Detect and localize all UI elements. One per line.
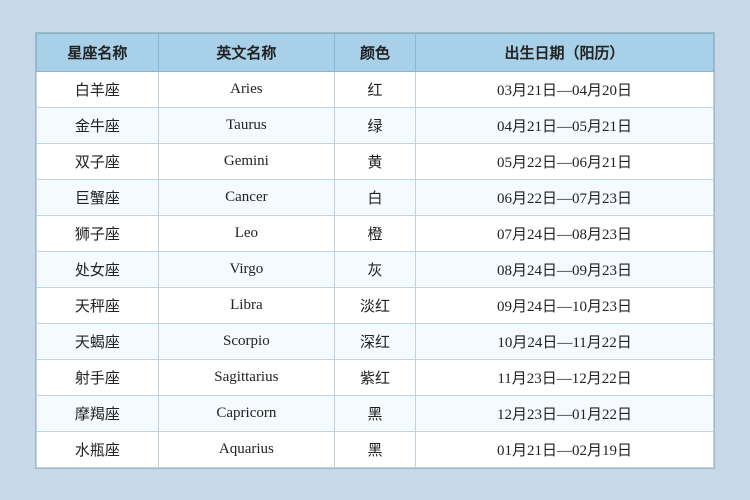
table-cell: 紫红 (334, 359, 415, 395)
table-cell: 绿 (334, 107, 415, 143)
table-cell: Aries (158, 71, 334, 107)
table-cell: Capricorn (158, 395, 334, 431)
table-cell: 天秤座 (37, 287, 159, 323)
table-cell: 天蝎座 (37, 323, 159, 359)
table-cell: Leo (158, 215, 334, 251)
table-cell: 12月23日—01月22日 (416, 395, 714, 431)
table-row: 射手座Sagittarius紫红11月23日—12月22日 (37, 359, 714, 395)
header-english-name: 英文名称 (158, 33, 334, 71)
zodiac-table-container: 星座名称 英文名称 颜色 出生日期（阳历） 白羊座Aries红03月21日—04… (35, 32, 715, 469)
table-cell: 黑 (334, 395, 415, 431)
table-row: 双子座Gemini黄05月22日—06月21日 (37, 143, 714, 179)
table-cell: Scorpio (158, 323, 334, 359)
table-cell: 06月22日—07月23日 (416, 179, 714, 215)
table-cell: 03月21日—04月20日 (416, 71, 714, 107)
table-cell: 淡红 (334, 287, 415, 323)
table-cell: 水瓶座 (37, 431, 159, 467)
table-cell: 射手座 (37, 359, 159, 395)
table-cell: Virgo (158, 251, 334, 287)
table-cell: Sagittarius (158, 359, 334, 395)
table-cell: 04月21日—05月21日 (416, 107, 714, 143)
table-row: 天蝎座Scorpio深红10月24日—11月22日 (37, 323, 714, 359)
table-cell: 白 (334, 179, 415, 215)
table-row: 白羊座Aries红03月21日—04月20日 (37, 71, 714, 107)
table-cell: 07月24日—08月23日 (416, 215, 714, 251)
table-cell: 08月24日—09月23日 (416, 251, 714, 287)
table-cell: Gemini (158, 143, 334, 179)
table-cell: Taurus (158, 107, 334, 143)
table-cell: 10月24日—11月22日 (416, 323, 714, 359)
table-header-row: 星座名称 英文名称 颜色 出生日期（阳历） (37, 33, 714, 71)
table-cell: 狮子座 (37, 215, 159, 251)
table-body: 白羊座Aries红03月21日—04月20日金牛座Taurus绿04月21日—0… (37, 71, 714, 467)
table-cell: 红 (334, 71, 415, 107)
table-cell: 双子座 (37, 143, 159, 179)
table-row: 金牛座Taurus绿04月21日—05月21日 (37, 107, 714, 143)
table-row: 狮子座Leo橙07月24日—08月23日 (37, 215, 714, 251)
table-cell: 01月21日—02月19日 (416, 431, 714, 467)
header-date: 出生日期（阳历） (416, 33, 714, 71)
table-row: 处女座Virgo灰08月24日—09月23日 (37, 251, 714, 287)
table-row: 巨蟹座Cancer白06月22日—07月23日 (37, 179, 714, 215)
table-cell: 灰 (334, 251, 415, 287)
table-cell: 巨蟹座 (37, 179, 159, 215)
table-row: 摩羯座Capricorn黑12月23日—01月22日 (37, 395, 714, 431)
table-cell: 黄 (334, 143, 415, 179)
table-cell: 11月23日—12月22日 (416, 359, 714, 395)
header-color: 颜色 (334, 33, 415, 71)
table-cell: Libra (158, 287, 334, 323)
table-cell: 09月24日—10月23日 (416, 287, 714, 323)
table-cell: Aquarius (158, 431, 334, 467)
table-cell: 黑 (334, 431, 415, 467)
table-cell: 橙 (334, 215, 415, 251)
table-cell: Cancer (158, 179, 334, 215)
table-row: 天秤座Libra淡红09月24日—10月23日 (37, 287, 714, 323)
table-cell: 白羊座 (37, 71, 159, 107)
table-row: 水瓶座Aquarius黑01月21日—02月19日 (37, 431, 714, 467)
table-cell: 深红 (334, 323, 415, 359)
zodiac-table: 星座名称 英文名称 颜色 出生日期（阳历） 白羊座Aries红03月21日—04… (36, 33, 714, 468)
table-cell: 05月22日—06月21日 (416, 143, 714, 179)
table-cell: 金牛座 (37, 107, 159, 143)
table-cell: 摩羯座 (37, 395, 159, 431)
header-chinese-name: 星座名称 (37, 33, 159, 71)
table-cell: 处女座 (37, 251, 159, 287)
